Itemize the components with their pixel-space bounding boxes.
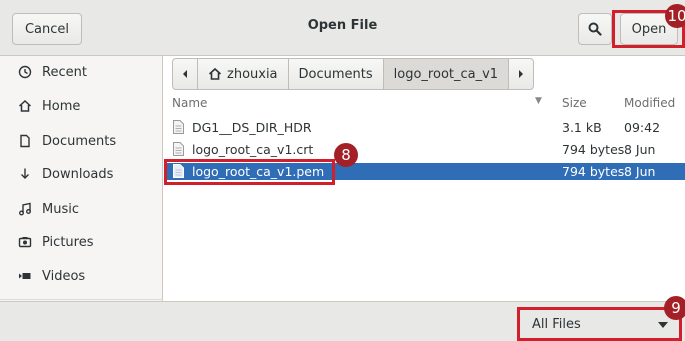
sidebar-item-pictures[interactable]: Pictures	[18, 232, 93, 252]
sort-descending-icon: ▼	[535, 96, 542, 106]
annotation-badge-filter: 9	[664, 296, 685, 320]
path-bar: zhouxia Documents logo_root_ca_v1	[172, 58, 535, 90]
sidebar-item-label: Music	[42, 201, 79, 217]
path-crumb-documents[interactable]: Documents	[287, 58, 384, 90]
search-button[interactable]	[578, 13, 612, 45]
sidebar-item-home[interactable]: Home	[18, 96, 80, 116]
file-modified: 8 Jun	[624, 164, 656, 179]
chevron-right-icon	[519, 70, 524, 78]
music-icon	[18, 202, 36, 216]
file-icon	[173, 142, 184, 156]
column-header-modified[interactable]: Modified	[624, 96, 675, 110]
home-icon	[208, 67, 222, 80]
document-icon	[18, 134, 36, 148]
file-modified: 8 Jun	[624, 142, 656, 157]
file-row[interactable]: DG1__DS_DIR_HDR 3.1 kB 09:42	[164, 119, 685, 136]
sidebar-item-label: Documents	[42, 133, 117, 149]
camera-icon	[18, 235, 36, 249]
path-crumb-home[interactable]: zhouxia	[197, 58, 289, 90]
column-header-size[interactable]: Size	[562, 96, 587, 110]
sidebar-divider	[0, 299, 163, 300]
annotation-badge-file: 8	[334, 143, 358, 167]
download-icon	[18, 167, 36, 181]
places-sidebar: Recent Home Documents Downloads Music Pi…	[0, 56, 163, 301]
chevron-left-icon	[183, 70, 187, 78]
file-name: logo_root_ca_v1.crt	[192, 142, 314, 157]
file-list: Name ▼ Size Modified DG1__DS_DIR_HDR 3.1…	[164, 93, 685, 301]
path-crumb-label: logo_root_ca_v1	[393, 66, 499, 82]
home-icon	[18, 99, 36, 113]
column-header-name[interactable]: Name	[172, 96, 207, 110]
sidebar-item-label: Downloads	[42, 166, 114, 182]
cancel-button[interactable]: Cancel	[12, 13, 82, 45]
path-crumb-label: zhouxia	[227, 66, 278, 82]
sidebar-item-label: Home	[42, 98, 81, 114]
file-size: 3.1 kB	[562, 120, 602, 135]
file-modified: 09:42	[624, 120, 661, 135]
sidebar-item-downloads[interactable]: Downloads	[18, 164, 113, 184]
sidebar-item-label: Recent	[42, 64, 87, 80]
sidebar-item-label: Pictures	[42, 234, 94, 250]
sidebar-item-label: Videos	[42, 268, 86, 284]
file-size: 794 bytes	[562, 142, 625, 157]
path-crumb-label: Documents	[298, 66, 373, 82]
path-forward-button[interactable]	[508, 58, 535, 90]
file-type-filter-highlight	[517, 307, 682, 341]
search-icon	[588, 22, 602, 36]
clock-icon	[18, 65, 36, 79]
file-row-highlight	[164, 159, 335, 185]
header-bar: Cancel Open File Open 10	[0, 0, 685, 56]
sidebar-item-documents[interactable]: Documents	[18, 131, 116, 151]
footer-bar: All Files 9	[0, 296, 685, 341]
file-icon	[173, 120, 184, 134]
sidebar-item-recent[interactable]: Recent	[18, 62, 87, 82]
path-crumb-current[interactable]: logo_root_ca_v1	[382, 58, 510, 90]
sidebar-item-music[interactable]: Music	[18, 199, 79, 219]
file-size: 794 bytes	[562, 164, 625, 179]
sidebar-item-videos[interactable]: Videos	[18, 266, 85, 286]
file-row[interactable]: logo_root_ca_v1.crt 794 bytes 8 Jun	[164, 141, 685, 158]
path-back-button[interactable]	[172, 58, 198, 90]
file-name: DG1__DS_DIR_HDR	[192, 120, 312, 135]
video-icon	[18, 269, 36, 283]
annotation-badge-open: 10	[665, 4, 685, 28]
